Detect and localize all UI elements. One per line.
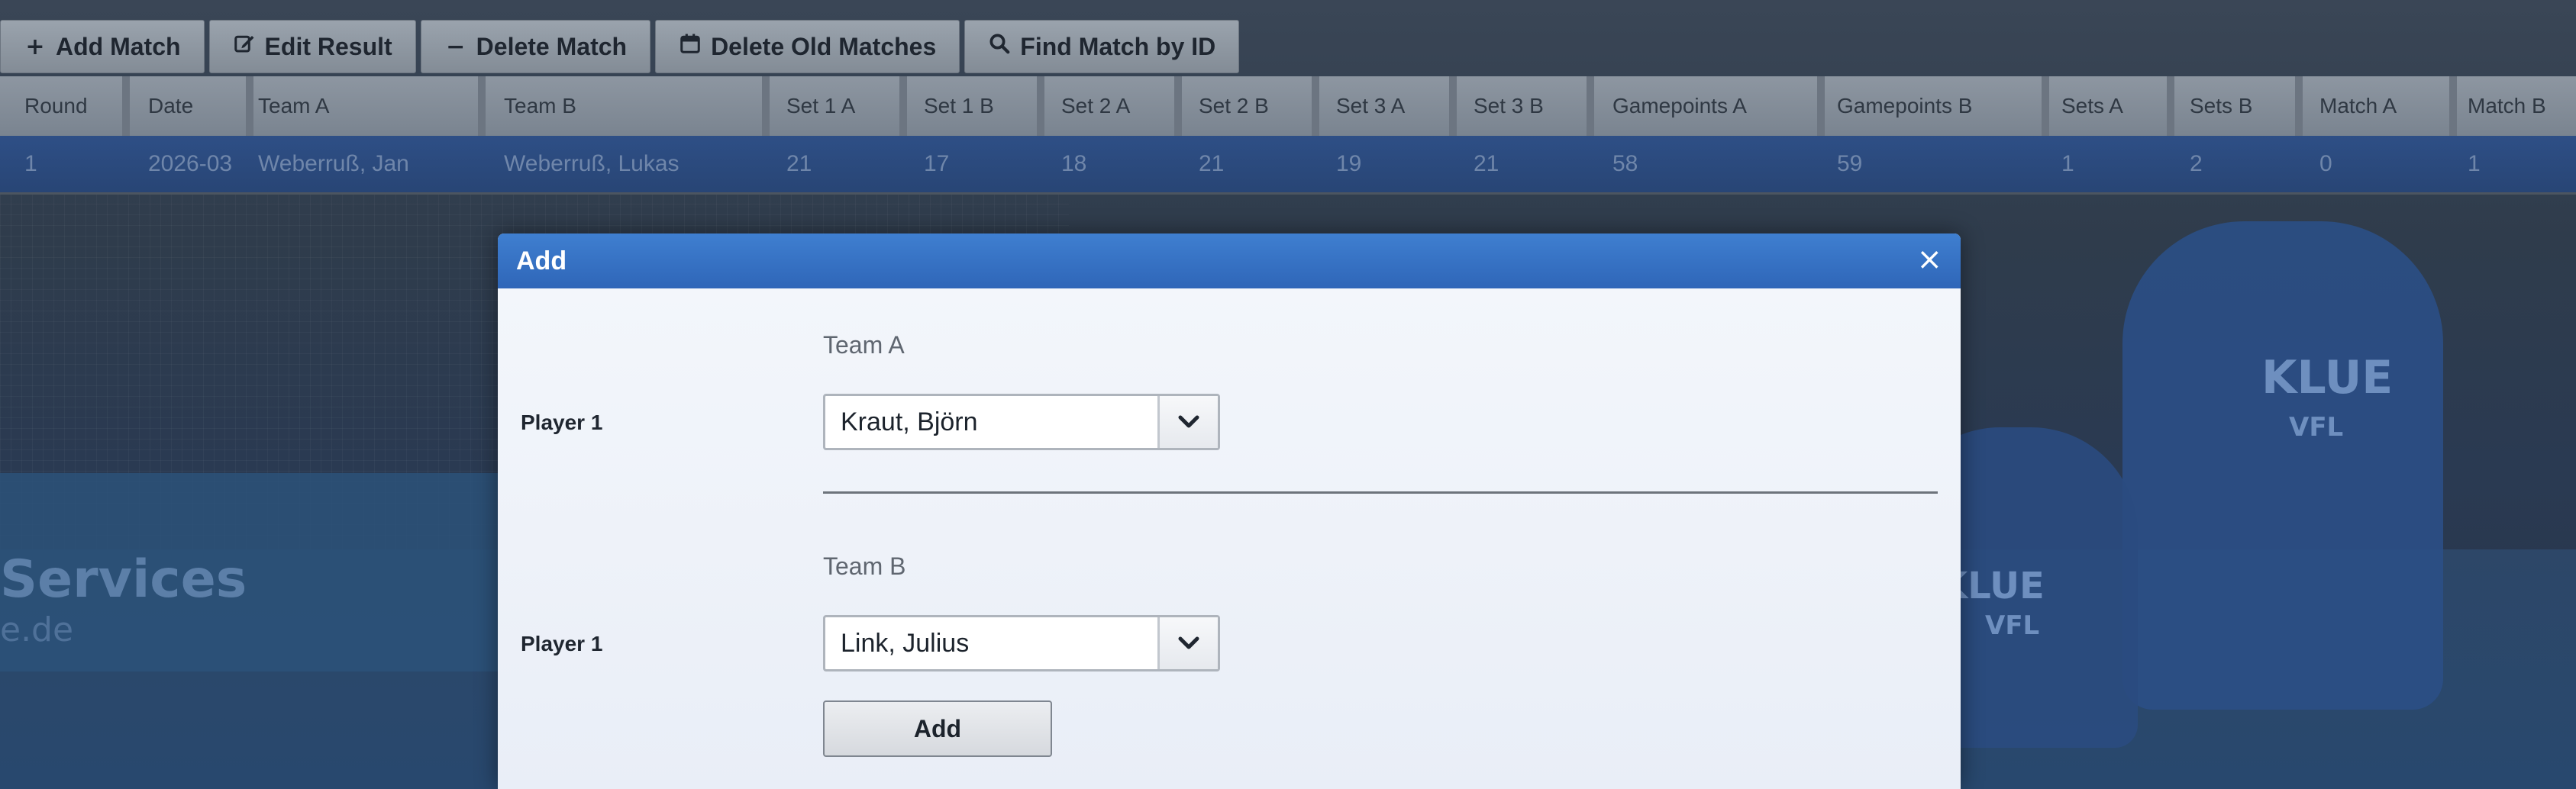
team-b-player-1-select[interactable]: Link, Julius [823,615,1220,671]
cell-gamepoints-b: 59 [1837,151,1863,176]
cell-sets-b: 2 [2190,151,2203,176]
minus-icon: − [446,33,466,60]
add-match-button[interactable]: + Add Match [0,20,205,73]
chevron-down-icon[interactable] [1157,396,1218,448]
dialog-body: Team A Player 1 Kraut, Björn Team B Play… [498,288,1961,789]
jersey-text: VFL [2289,412,2344,443]
cell-round: 1 [24,151,37,176]
edit-icon [233,32,256,61]
cell-set3a: 19 [1336,151,1362,176]
team-a-player-1-select[interactable]: Kraut, Björn [823,394,1220,450]
col-header-set2a[interactable]: Set 2 A [1037,76,1182,136]
cell-sets-a: 1 [2061,151,2074,176]
add-match-label: Add Match [56,32,181,60]
grid-separator [0,192,2576,195]
chevron-down-icon[interactable] [1157,617,1218,669]
cell-set3b: 21 [1474,151,1499,176]
col-header-set1b[interactable]: Set 1 B [899,76,1044,136]
team-divider [823,491,1938,494]
col-header-set3b[interactable]: Set 3 B [1449,76,1594,136]
col-header-team-b[interactable]: Team B [479,76,770,136]
team-a-player-1-value: Kraut, Björn [841,407,978,436]
col-header-set1a[interactable]: Set 1 A [762,76,907,136]
close-icon[interactable]: × [1916,244,1942,275]
dialog-header: Add × [498,233,1961,288]
col-header-match-a[interactable]: Match A [2295,76,2457,136]
cell-set1a: 21 [786,151,812,176]
col-header-match-b[interactable]: Match B [2443,76,2576,136]
find-match-button[interactable]: Find Match by ID [964,20,1240,73]
delete-match-button[interactable]: − Delete Match [420,20,651,73]
delete-match-label: Delete Match [476,32,628,60]
edit-result-label: Edit Result [264,32,392,60]
col-header-team-a[interactable]: Team A [234,76,486,136]
find-match-label: Find Match by ID [1020,32,1216,60]
cell-match-b: 1 [2468,151,2481,176]
banner-text-url: e.de [0,610,74,649]
dialog-title: Add [516,246,567,275]
delete-old-matches-label: Delete Old Matches [711,32,937,60]
col-header-round[interactable]: Round [0,76,130,136]
toolbar: + Add Match Edit Result − Delete Match D… [0,20,1240,75]
cell-match-a: 0 [2319,151,2332,176]
add-match-dialog: Add × Team A Player 1 Kraut, Björn Team … [498,233,1961,789]
team-a-heading: Team A [823,331,905,359]
cell-team-b: Weberruß, Lukas [504,151,680,176]
col-header-set3a[interactable]: Set 3 A [1312,76,1457,136]
jersey-text: KLUE [2261,351,2394,404]
edit-result-button[interactable]: Edit Result [208,20,416,73]
banner-text: Services [0,549,247,610]
team-b-player-1-value: Link, Julius [841,628,970,658]
player-1-label-team-b: Player 1 [521,632,603,655]
delete-old-matches-button[interactable]: Delete Old Matches [655,20,960,73]
cell-team-a: Weberruß, Jan [258,151,409,176]
player-figure [2122,221,2443,710]
col-header-sets-b[interactable]: Sets B [2165,76,2303,136]
search-icon [988,32,1011,61]
team-b-heading: Team B [823,552,906,580]
calendar-icon [679,32,702,61]
player-1-label-team-a: Player 1 [521,411,603,434]
cell-gamepoints-a: 58 [1612,151,1638,176]
jersey-text: VFL [1985,610,2040,641]
table-row[interactable]: 1 2026-03 Weberruß, Jan Weberruß, Lukas … [0,136,2576,192]
plus-icon: + [25,33,45,60]
add-submit-button[interactable]: Add [823,700,1052,757]
col-header-gamepoints-b[interactable]: Gamepoints B [1813,76,2049,136]
col-header-gamepoints-a[interactable]: Gamepoints A [1588,76,1825,136]
cell-set2a: 18 [1061,151,1087,176]
cell-set1b: 17 [924,151,950,176]
cell-set2b: 21 [1199,151,1225,176]
col-header-set2b[interactable]: Set 2 B [1174,76,1319,136]
col-header-sets-a[interactable]: Sets A [2037,76,2174,136]
cell-date: 2026-03 [148,151,233,176]
grid-header: Round Date Team A Team B Set 1 A Set 1 B… [0,76,2576,137]
